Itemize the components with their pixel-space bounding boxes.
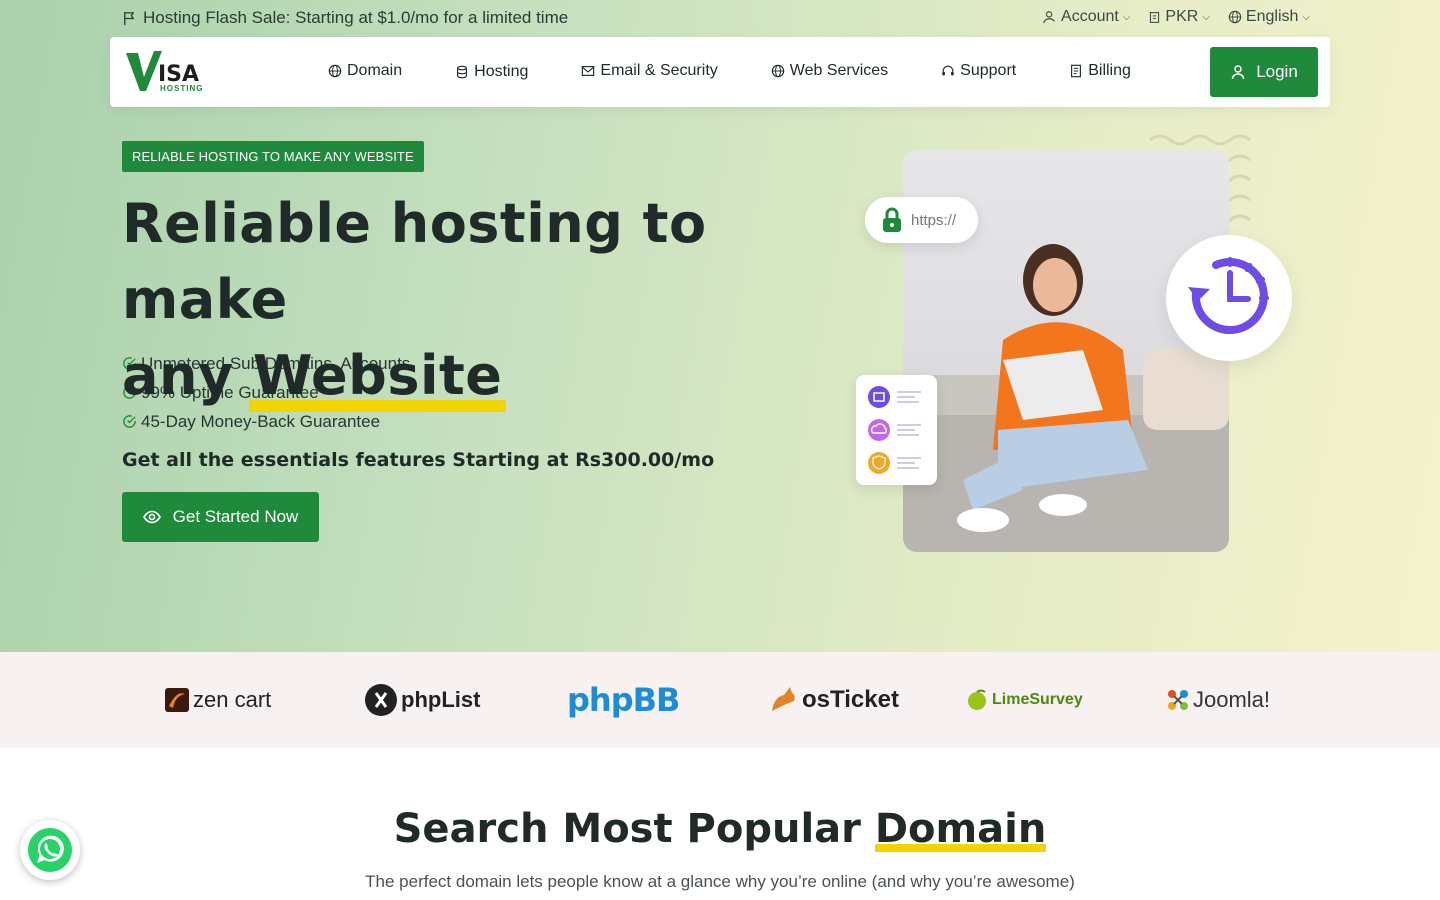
search-section-title: Search Most Popular Domain [0,806,1440,852]
lock-icon [883,207,901,232]
partner-logos-strip: zen cart phpList phpBB osTicket LimeSurv… [0,652,1440,748]
phpbb-text: phpBB [567,681,680,719]
nav-web-services-label: Web Services [789,62,889,79]
search-title-highlight: Domain [874,806,1047,852]
zencart-logo: zen cart [165,682,271,718]
phplist-logo: phpList [365,682,480,718]
nav-billing[interactable]: Billing [1069,61,1131,81]
headset-icon [942,65,954,76]
database-icon [457,65,468,79]
uptime-clock-badge [1166,235,1292,361]
https-text: https:// [911,211,957,229]
login-button[interactable]: Login [1210,47,1318,97]
nav-support[interactable]: Support [941,61,1016,81]
chevron-down-icon: ⌵ [1302,11,1310,23]
nav-email-security-label: Email & Security [600,62,718,79]
promo-text: Hosting Flash Sale: Starting at $1.0/mo … [143,8,569,27]
main-navbar: ISA HOSTING Domain Hosting Email & Secur… [110,37,1330,107]
logo-sub: HOSTING [160,84,203,93]
eye-icon [142,510,161,524]
visa-hosting-logo[interactable]: ISA HOSTING [124,47,208,95]
clock-icon [1188,257,1269,335]
chevron-down-icon: ⌵ [1122,11,1131,23]
account-label: Account [1061,8,1119,25]
currency-dropdown[interactable]: PKR ⌵ [1148,8,1210,26]
get-started-button[interactable]: Get Started Now [122,492,319,542]
joomla-text: Joomla! [1193,687,1271,712]
currency-label: PKR [1165,8,1199,25]
user-icon [1231,65,1245,80]
zencart-text: zen cart [193,687,272,712]
services-card [856,375,937,485]
promo-banner: Hosting Flash Sale: Starting at $1.0/mo … [122,8,568,28]
hero-title-line1: Reliable hosting to make [122,192,707,331]
phplist-text: phpList [401,687,481,712]
hero-title-highlight: Website [248,338,506,414]
globe-icon [771,64,785,78]
nav-billing-label: Billing [1088,62,1131,79]
https-badge: https:// [865,197,978,243]
hero-title: Reliable hosting to make any Website [122,186,762,414]
nav-domain-label: Domain [347,62,403,79]
server-icon [868,386,890,408]
check-circle-icon [123,415,136,428]
get-started-label: Get Started Now [172,507,299,526]
hero-title-any: any [122,344,234,407]
nav-hosting[interactable]: Hosting [455,63,528,81]
user-icon [1043,11,1055,24]
nav-domain[interactable]: Domain [328,61,402,81]
nav-email-security[interactable]: Email & Security [581,61,718,81]
phpbb-logo: phpBB [567,681,680,719]
top-bar: Hosting Flash Sale: Starting at $1.0/mo … [0,0,1440,37]
language-label: English [1245,8,1299,25]
receipt-icon [1071,64,1082,78]
globe-icon [1228,10,1242,24]
language-dropdown[interactable]: English ⌵ [1228,8,1310,26]
flag-icon [124,11,135,25]
joomla-logo: Joomla! [1167,682,1270,718]
chevron-down-icon: ⌵ [1202,11,1210,23]
pricing-line: Get all the essentials features Starting… [122,449,715,471]
limesurvey-text: LimeSurvey [992,691,1083,708]
currency-icon [1150,11,1160,23]
search-title-prefix: Search Most Popular [393,806,861,852]
nav-hosting-label: Hosting [474,63,529,80]
mail-icon [582,66,595,76]
nav-web-services[interactable]: Web Services [771,61,888,81]
login-label: Login [1256,62,1298,81]
globe-icon [328,64,342,78]
whatsapp-icon [28,828,72,872]
hero-badge: RELIABLE HOSTING TO MAKE ANY WEBSITE [122,141,424,172]
whatsapp-chat-button[interactable] [20,820,80,880]
osticket-text: osTicket [802,686,899,713]
nav-support-label: Support [960,62,1017,79]
search-section-subtitle: The perfect domain lets people know at a… [365,872,1075,891]
limesurvey-logo: LimeSurvey [966,682,1083,718]
osticket-logo: osTicket [768,682,899,718]
account-dropdown[interactable]: Account ⌵ [1043,8,1130,26]
